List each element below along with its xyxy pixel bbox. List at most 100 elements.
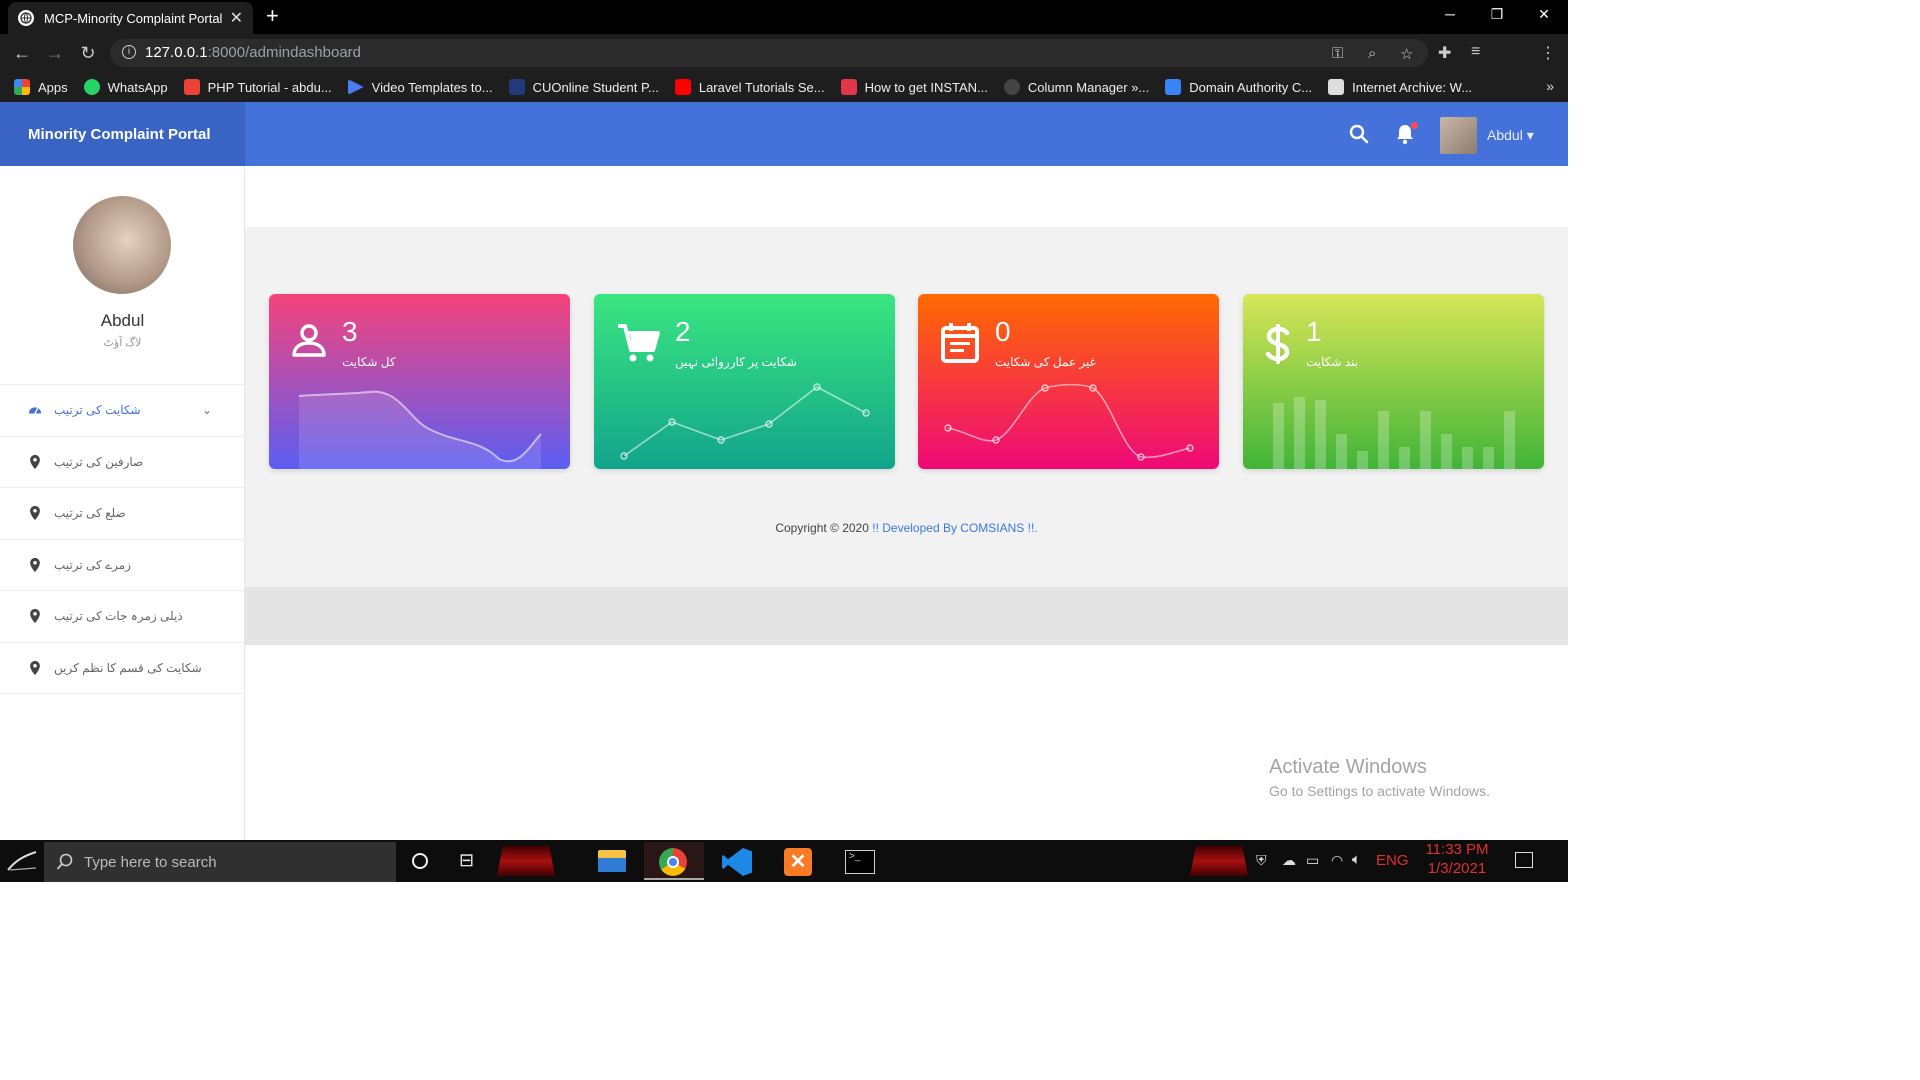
bar-sparkline xyxy=(1273,397,1515,469)
sidebar-item-complaint-settings[interactable]: شکایت کی ترتیب ⌄ xyxy=(0,385,244,437)
cuonline-icon xyxy=(508,79,525,95)
bookmark-label: Video Templates to... xyxy=(371,79,493,95)
bookmark-apps[interactable]: Apps xyxy=(14,79,68,95)
user-icon xyxy=(292,324,326,357)
brand-logo[interactable]: Minority Complaint Portal xyxy=(0,102,245,166)
forward-icon[interactable]: → xyxy=(45,43,65,63)
cloud-icon[interactable]: ☁ xyxy=(1282,852,1296,869)
profile-avatar xyxy=(73,196,171,294)
card-label: کل شکایت xyxy=(342,355,396,369)
link-icon xyxy=(1165,79,1182,95)
youtube-icon xyxy=(674,79,691,95)
zoom-icon[interactable]: ⌕ xyxy=(1368,45,1376,62)
card-count: 3 xyxy=(342,316,358,347)
profile-name: Abdul xyxy=(100,311,145,330)
file-explorer-icon[interactable] xyxy=(582,842,642,880)
vscode-icon[interactable] xyxy=(706,842,766,880)
search-icon[interactable] xyxy=(1349,124,1369,144)
sidebar-item-users[interactable]: صارفین کی ترتیب xyxy=(0,437,244,488)
more-icon[interactable]: ⋮ xyxy=(1540,43,1556,63)
logout-link[interactable]: لاگ آؤٹ xyxy=(0,336,245,349)
info-icon[interactable]: i xyxy=(122,45,136,59)
wifi-icon[interactable]: ◠ xyxy=(1331,852,1343,869)
bookmark-instan[interactable]: How to get INSTAN... xyxy=(840,79,988,95)
sidebar-item-label: شکایت کی قسم کا نظم کریں xyxy=(54,660,202,675)
bookmark-php[interactable]: PHP Tutorial - abdu... xyxy=(183,79,332,95)
bookmark-whatsapp[interactable]: WhatsApp xyxy=(83,79,168,95)
key-icon[interactable]: ⚿ xyxy=(1332,45,1343,62)
developer-link[interactable]: !! Developed By COMSIANS !!. xyxy=(872,521,1037,535)
media-icon[interactable]: ≡ xyxy=(1471,43,1480,61)
search-icon xyxy=(56,853,73,870)
bookmark-cuonline[interactable]: CUOnline Student P... xyxy=(508,79,659,95)
cortana-icon[interactable] xyxy=(412,853,428,869)
whatsapp-icon xyxy=(83,79,100,95)
card-label: غیر عمل کی شکایت xyxy=(995,355,1096,369)
new-tab-button[interactable]: + xyxy=(266,4,279,28)
bookmark-archive[interactable]: Internet Archive: W... xyxy=(1328,79,1472,95)
xampp-icon[interactable]: ✕ xyxy=(768,842,828,880)
start-icon[interactable] xyxy=(6,850,38,872)
shield-icon[interactable]: ⛨ xyxy=(1256,852,1267,869)
map-marker-icon xyxy=(30,557,40,572)
page-header-area xyxy=(245,166,1568,227)
chrome-icon[interactable] xyxy=(644,842,704,880)
sidebar-item-subcategories[interactable]: ذیلی زمرہ جات کی ترتیب xyxy=(0,591,244,643)
window-close-icon[interactable]: ✕ xyxy=(1534,6,1554,23)
restore-icon[interactable]: ❐ xyxy=(1487,6,1507,23)
close-icon[interactable]: ✕ xyxy=(230,8,243,28)
minimize-icon[interactable]: ─ xyxy=(1440,6,1460,22)
search-placeholder: Type here to search xyxy=(84,853,217,871)
bookmark-domain[interactable]: Domain Authority C... xyxy=(1165,79,1312,95)
bookmark-label: Internet Archive: W... xyxy=(1352,79,1473,95)
activate-windows-subtitle: Go to Settings to activate Windows. xyxy=(1269,783,1490,799)
calendar-icon xyxy=(941,323,979,363)
sidebar-item-label: شکایت کی ترتیب xyxy=(54,403,141,418)
curve-sparkline xyxy=(944,383,1194,461)
map-marker-icon xyxy=(30,660,40,675)
bookmark-laravel[interactable]: Laravel Tutorials Se... xyxy=(674,79,825,95)
bookmark-label: Apps xyxy=(38,79,68,95)
stat-card-unprocessed[interactable]: 2 شکایت پر کارروائی نہیں xyxy=(594,294,895,469)
copyright-text: Copyright © 2020 xyxy=(775,521,869,535)
chevron-down-icon[interactable]: ⌄ xyxy=(202,403,212,417)
address-bar[interactable]: i 127.0.0.1:8000/admindashboard ⚿ ⌕ ☆ xyxy=(110,39,1428,67)
taskbar: Type here to search ⊟ ✕ >_ ⛨ ☁ ▭ ◠ 🔈︎ EN… xyxy=(0,840,1568,882)
browser-tab[interactable]: MCP-Minority Complaint Portal ✕ xyxy=(8,2,253,34)
battery-icon[interactable]: ▭ xyxy=(1306,852,1319,869)
volume-icon[interactable]: 🔈︎ xyxy=(1352,851,1361,868)
user-menu[interactable]: Abdul ▾ xyxy=(1487,127,1534,144)
bookmark-column[interactable]: Column Manager »... xyxy=(1003,79,1149,95)
clock-date: 1/3/2021 xyxy=(1427,860,1487,877)
sidebar-item-categories[interactable]: زمرے کی ترتیب xyxy=(0,540,244,591)
back-icon[interactable]: ← xyxy=(12,43,32,63)
top-navbar: Abdul ▾ xyxy=(245,102,1568,166)
stat-card-pending[interactable]: 0 غیر عمل کی شکایت xyxy=(918,294,1219,469)
reload-icon[interactable]: ↻ xyxy=(78,43,98,63)
browser-tab-strip: MCP-Minority Complaint Portal ✕ + ─ ❐ ✕ xyxy=(0,0,1568,34)
terminal-icon[interactable]: >_ xyxy=(830,842,890,880)
sidebar-menu: شکایت کی ترتیب ⌄ صارفین کی ترتیب ضلع کی … xyxy=(0,384,244,694)
area-sparkline xyxy=(298,390,542,469)
bookmarks-bar: Apps WhatsApp PHP Tutorial - abdu... Vid… xyxy=(0,72,1568,102)
clock[interactable]: 11:33 PM 1/3/2021 xyxy=(1420,840,1494,878)
bookmark-video[interactable]: Video Templates to... xyxy=(347,79,493,95)
language-indicator[interactable]: ENG xyxy=(1376,852,1409,869)
sidebar-item-complaint-types[interactable]: شکایت کی قسم کا نظم کریں xyxy=(0,643,244,694)
sidebar-item-label: زمرے کی ترتیب xyxy=(54,557,131,572)
avatar[interactable] xyxy=(1440,117,1477,154)
action-center-icon[interactable] xyxy=(1515,852,1533,868)
extensions-icon[interactable]: ✚ xyxy=(1438,43,1451,63)
bookmarks-more-icon[interactable]: » xyxy=(1546,78,1554,94)
taskbar-decoration xyxy=(497,846,555,876)
sidebar: Abdul لاگ آؤٹ شکایت کی ترتیب ⌄ صارفین کی… xyxy=(0,166,245,840)
taskbar-search[interactable]: Type here to search xyxy=(44,842,396,882)
star-icon[interactable]: ☆ xyxy=(1400,45,1413,63)
card-count: 0 xyxy=(995,316,1011,347)
sidebar-item-districts[interactable]: ضلع کی ترتیب xyxy=(0,488,244,540)
apps-grid-icon xyxy=(14,79,30,95)
url-text: 127.0.0.1:8000/admindashboard xyxy=(145,44,361,61)
task-view-icon[interactable]: ⊟ xyxy=(459,850,474,871)
stat-card-closed[interactable]: 1 بند شکایت xyxy=(1243,294,1544,469)
stat-card-total[interactable]: 3 کل شکایت xyxy=(269,294,570,469)
